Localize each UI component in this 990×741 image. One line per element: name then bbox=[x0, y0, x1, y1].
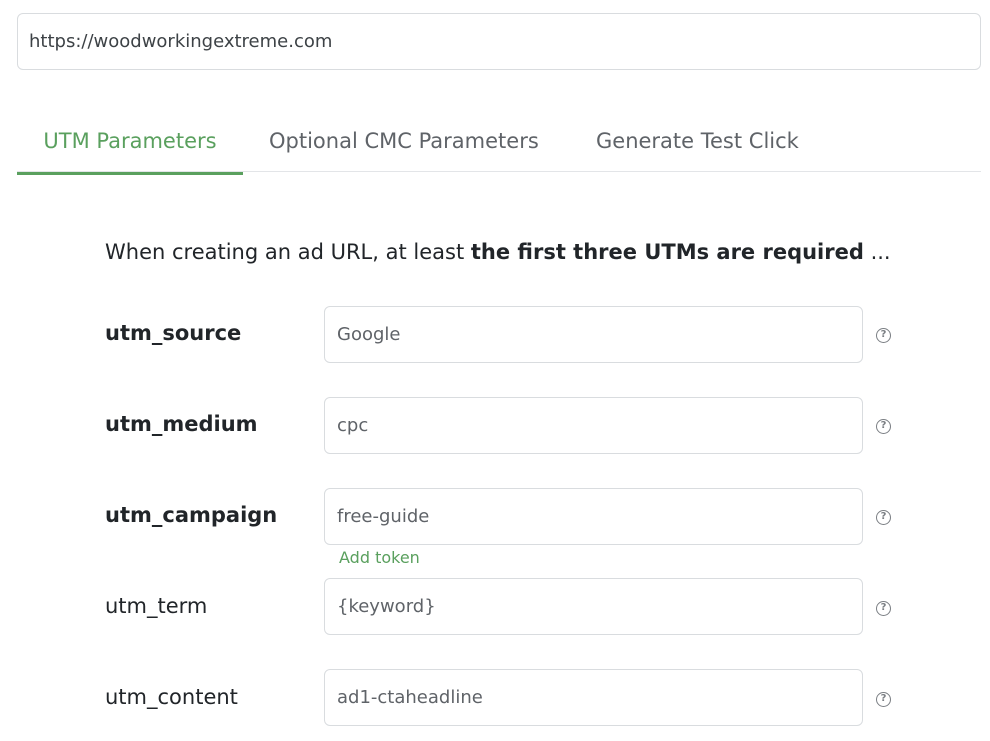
intro-suffix: ... bbox=[863, 240, 891, 264]
utm-source-label: utm_source bbox=[105, 321, 242, 345]
intro-prefix: When creating an ad URL, at least bbox=[105, 240, 471, 264]
question-circle-icon[interactable]: ? bbox=[876, 601, 891, 616]
add-token-link[interactable]: Add token bbox=[339, 548, 420, 567]
utm-builder-page: UTM Parameters Optional CMC Parameters G… bbox=[0, 0, 990, 741]
utm-medium-label: utm_medium bbox=[105, 412, 258, 436]
utm-campaign-label: utm_campaign bbox=[105, 503, 278, 527]
utm-term-input[interactable] bbox=[324, 578, 863, 635]
question-circle-icon[interactable]: ? bbox=[876, 419, 891, 434]
question-circle-icon[interactable]: ? bbox=[876, 692, 891, 707]
intro-bold: the first three UTMs are required bbox=[470, 240, 864, 264]
question-circle-icon[interactable]: ? bbox=[876, 328, 891, 343]
tab-optional-cmc-parameters[interactable]: Optional CMC Parameters bbox=[269, 110, 539, 171]
utm-term-label: utm_term bbox=[105, 594, 208, 618]
website-url-input[interactable] bbox=[17, 13, 981, 70]
utm-campaign-input[interactable] bbox=[324, 488, 863, 545]
question-circle-icon[interactable]: ? bbox=[876, 510, 891, 525]
utm-source-input[interactable] bbox=[324, 306, 863, 363]
utm-content-label: utm_content bbox=[105, 685, 238, 709]
utm-content-input[interactable] bbox=[324, 669, 863, 726]
intro-text: When creating an ad URL, at least the fi… bbox=[105, 240, 891, 264]
tab-utm-parameters[interactable]: UTM Parameters bbox=[17, 110, 243, 175]
parameter-tabs: UTM Parameters Optional CMC Parameters G… bbox=[17, 110, 981, 175]
utm-medium-input[interactable] bbox=[324, 397, 863, 454]
tab-generate-test-click[interactable]: Generate Test Click bbox=[596, 110, 799, 171]
